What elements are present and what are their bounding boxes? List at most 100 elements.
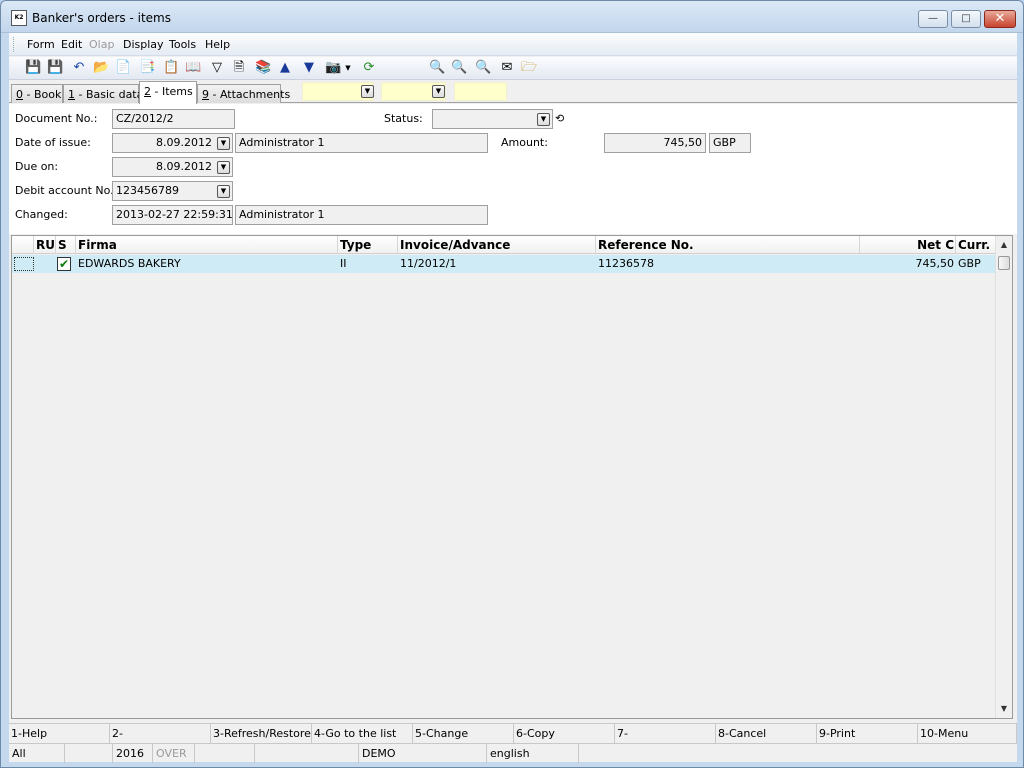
issued-by-field: Administrator 1 xyxy=(235,133,488,153)
book-icon[interactable]: 📖 xyxy=(185,60,201,76)
open-folder-icon[interactable]: 📂 xyxy=(93,60,109,76)
header-filter-1-dropdown-icon[interactable]: ▼ xyxy=(361,85,374,98)
tab-bar: 0 - Book 1 - Basic data 2 - Items 9 - At… xyxy=(9,81,1017,104)
fkey-go-to-list[interactable]: 4-Go to the list xyxy=(312,724,413,744)
tab-attachments[interactable]: 9 - Attachments xyxy=(197,84,290,103)
scroll-up-icon[interactable]: ▲ xyxy=(999,240,1009,250)
row-net: 745,50 xyxy=(915,257,955,270)
scroll-thumb[interactable] xyxy=(998,256,1010,270)
row-invoice: 11/2012/1 xyxy=(400,257,457,270)
filter-icon[interactable]: ▽ xyxy=(209,60,225,76)
menu-tools[interactable]: Tools xyxy=(169,38,196,51)
refresh-icon[interactable]: ⟳ xyxy=(361,60,377,76)
row-firma: EDWARDS BAKERY xyxy=(78,257,181,270)
changed-by-field: Administrator 1 xyxy=(235,205,488,225)
menu-edit[interactable]: Edit xyxy=(61,38,82,51)
due-on-dropdown-icon[interactable]: ▼ xyxy=(217,161,230,174)
fkey-help[interactable]: 1-Help xyxy=(9,724,110,744)
arrow-down-icon[interactable]: ▼ xyxy=(301,60,317,76)
menu-grip xyxy=(13,37,16,52)
fkey-refresh[interactable]: 3-Refresh/Restore xyxy=(211,724,312,744)
undo-icon[interactable]: ↶ xyxy=(71,60,87,76)
maximize-button[interactable]: □ xyxy=(951,10,981,28)
due-on-field[interactable]: 8.09.2012 xyxy=(112,157,233,177)
grid-col-firma[interactable]: Firma xyxy=(76,236,338,254)
grid-col-invoice[interactable]: Invoice/Advance xyxy=(398,236,596,254)
row-ru xyxy=(34,255,56,273)
fkey-copy[interactable]: 6-Copy xyxy=(514,724,615,744)
fkey-2[interactable]: 2- xyxy=(110,724,211,744)
menu-help[interactable]: Help xyxy=(205,38,230,51)
tab-items-label: - Items xyxy=(151,85,193,98)
status-label: Status: xyxy=(384,112,423,125)
binoculars-icon[interactable]: 🔍 xyxy=(429,60,445,76)
document-no-label: Document No.: xyxy=(15,112,98,125)
save-icon: 💾 xyxy=(25,60,42,75)
grid-scrollbar[interactable]: ▲ ▼ xyxy=(995,236,1012,718)
arrow-up-icon[interactable]: ▲ xyxy=(277,60,293,76)
function-key-bar: 1-Help 2- 3-Refresh/Restore 4-Go to the … xyxy=(9,723,1017,744)
mail-icon[interactable]: ✉ xyxy=(499,60,515,76)
date-of-issue-field[interactable]: 8.09.2012 xyxy=(112,133,233,153)
status-filter: All xyxy=(9,744,65,763)
fkey-menu[interactable]: 10-Menu xyxy=(918,724,1017,744)
document-form: Document No.: CZ/2012/2 Status: ▼ ⟲ Date… xyxy=(9,104,1017,234)
fkey-cancel[interactable]: 8-Cancel xyxy=(716,724,817,744)
new-document-icon[interactable]: 📄 xyxy=(115,60,131,76)
row-selector[interactable] xyxy=(14,257,34,271)
grid-col-net[interactable]: Net C xyxy=(860,236,956,254)
row-type: II xyxy=(340,257,347,270)
camera-dropdown-icon[interactable]: ▼ xyxy=(343,60,353,76)
changed-field: 2013-02-27 22:59:31 xyxy=(112,205,233,225)
title-bar: K2 Banker's orders - items — □ ✕ xyxy=(1,1,1023,33)
grid-col-type[interactable]: Type xyxy=(338,236,398,254)
app-window: K2 Banker's orders - items — □ ✕ Form Ed… xyxy=(0,0,1024,768)
row-curr: GBP xyxy=(958,257,981,270)
tab-book[interactable]: 0 - Book xyxy=(11,84,63,103)
tab-basic-data-key: 1 xyxy=(68,88,75,101)
client-area: Form Edit Olap Display Tools Help 💾 💾 ↶ … xyxy=(9,33,1017,763)
header-filter-2-dropdown-icon[interactable]: ▼ xyxy=(432,85,445,98)
debit-account-label: Debit account No.: xyxy=(15,184,118,197)
close-button[interactable]: ✕ xyxy=(984,10,1016,28)
table-row[interactable]: ✔ EDWARDS BAKERY II 11/2012/1 11236578 7… xyxy=(12,255,996,273)
copy-document-icon[interactable]: 📑 xyxy=(139,60,155,76)
grid-col-ru[interactable]: RU xyxy=(34,236,56,254)
grid-col-s[interactable]: S xyxy=(56,236,76,254)
stack-icon[interactable]: 📚 xyxy=(255,60,271,76)
debit-account-field[interactable]: 123456789 xyxy=(112,181,233,201)
menu-display[interactable]: Display xyxy=(123,38,164,51)
find-next-icon[interactable]: 🔍 xyxy=(451,60,467,76)
minimize-button[interactable]: — xyxy=(918,10,948,28)
date-of-issue-dropdown-icon[interactable]: ▼ xyxy=(217,137,230,150)
fkey-7[interactable]: 7- xyxy=(615,724,716,744)
tab-attachments-key: 9 xyxy=(202,88,209,101)
status-db: DEMO xyxy=(359,744,487,763)
amount-label: Amount: xyxy=(501,136,548,149)
app-icon: K2 xyxy=(11,10,27,26)
status-year: 2016 xyxy=(113,744,153,763)
status-history-icon[interactable]: ⟲ xyxy=(555,112,564,125)
menu-form[interactable]: Form xyxy=(27,38,55,51)
tab-items[interactable]: 2 - Items xyxy=(139,81,197,104)
status-mode: OVER xyxy=(153,744,195,763)
list-icon[interactable]: 🗎 xyxy=(231,60,247,76)
header-filter-3[interactable] xyxy=(454,82,507,101)
status-dropdown-icon[interactable]: ▼ xyxy=(537,113,550,126)
scroll-down-icon[interactable]: ▼ xyxy=(999,704,1009,714)
fkey-print[interactable]: 9-Print xyxy=(817,724,918,744)
camera-icon[interactable]: 📷 xyxy=(325,60,341,76)
find-prev-icon[interactable]: 🔍 xyxy=(475,60,491,76)
amount-field: 745,50 xyxy=(604,133,706,153)
grid-col-reference[interactable]: Reference No. xyxy=(596,236,860,254)
fkey-change[interactable]: 5-Change xyxy=(413,724,514,744)
paste-document-icon[interactable]: 📋 xyxy=(163,60,179,76)
tab-basic-data-label: - Basic data xyxy=(75,88,144,101)
row-s-checkbox[interactable]: ✔ xyxy=(57,257,71,271)
grid-col-curr[interactable]: Curr. xyxy=(956,236,996,254)
amount-currency-field: GBP xyxy=(709,133,751,153)
document-folder-icon[interactable]: 🗁 xyxy=(521,60,537,76)
debit-account-dropdown-icon[interactable]: ▼ xyxy=(217,185,230,198)
tab-basic-data[interactable]: 1 - Basic data xyxy=(63,84,143,103)
status-field[interactable] xyxy=(432,109,553,129)
